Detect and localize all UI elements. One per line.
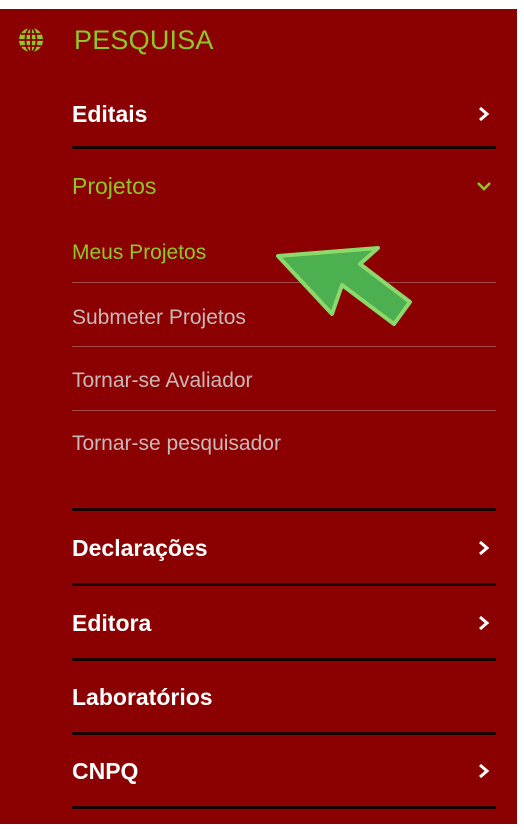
menu-item-label: Laboratórios <box>72 683 213 710</box>
menu-divider <box>72 583 496 586</box>
chevron-right-icon <box>479 540 490 556</box>
sidebar-menu: PESQUISA Editais Projetos Meus Projetos … <box>0 0 524 830</box>
submenu-item-tornar-avaliador[interactable]: Tornar-se Avaliador <box>72 361 494 401</box>
menu-divider <box>72 658 496 661</box>
menu-item-cnpq[interactable]: CNPQ <box>72 751 494 791</box>
globe-icon <box>19 27 43 53</box>
menu-divider <box>72 806 496 809</box>
section-title: PESQUISA <box>74 25 214 55</box>
submenu-divider <box>72 410 496 411</box>
green-arrow-icon <box>276 246 412 326</box>
menu-item-label: Editora <box>72 609 152 636</box>
chevron-down-icon <box>477 182 491 191</box>
submenu-item-label: Submeter Projetos <box>72 306 246 329</box>
menu-item-label: Declarações <box>72 534 208 561</box>
section-header-pesquisa[interactable]: PESQUISA <box>18 22 213 58</box>
menu-item-editora[interactable]: Editora <box>72 603 494 643</box>
chevron-right-icon <box>479 763 490 779</box>
menu-divider <box>72 732 496 735</box>
menu-item-editais[interactable]: Editais <box>72 94 494 134</box>
chevron-right-icon <box>479 106 490 122</box>
submenu-divider <box>72 346 496 347</box>
submenu-item-label: Meus Projetos <box>72 241 207 264</box>
menu-item-label: Projetos <box>72 172 157 199</box>
menu-item-label: CNPQ <box>72 757 139 784</box>
menu-item-declaracoes[interactable]: Declarações <box>72 528 494 568</box>
submenu-item-label: Tornar-se pesquisador <box>72 432 281 455</box>
menu-divider <box>72 146 496 149</box>
menu-divider <box>72 508 496 511</box>
submenu-item-tornar-pesquisador[interactable]: Tornar-se pesquisador <box>72 424 494 464</box>
submenu-item-label: Tornar-se Avaliador <box>72 369 253 392</box>
menu-item-label: Editais <box>72 100 148 127</box>
menu-item-laboratorios[interactable]: Laboratórios <box>72 677 494 717</box>
chevron-right-icon <box>479 615 490 631</box>
menu-item-projetos[interactable]: Projetos <box>72 166 494 206</box>
